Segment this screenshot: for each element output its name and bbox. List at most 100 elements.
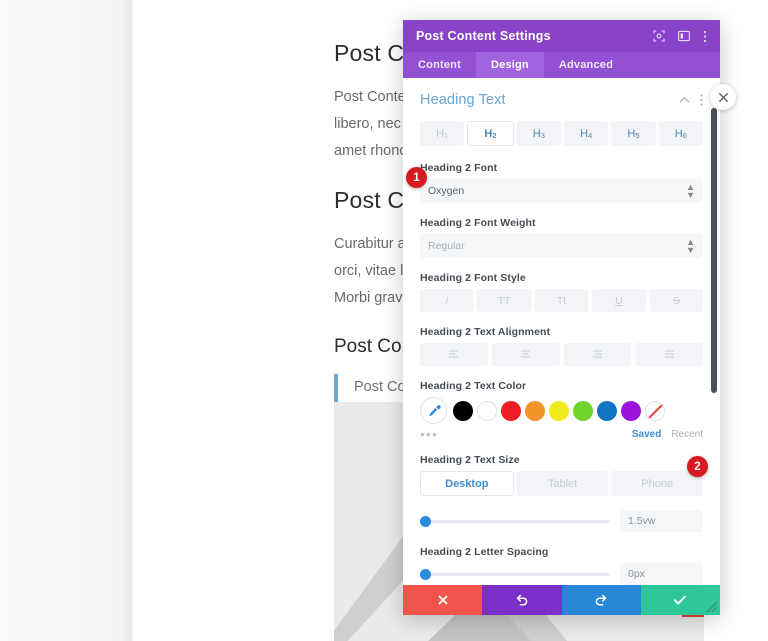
h3-sub: 3: [540, 131, 545, 140]
h1-label: H: [436, 127, 445, 140]
uppercase-button[interactable]: TT: [477, 289, 531, 312]
tab-design[interactable]: Design: [475, 52, 544, 78]
font-label: Heading 2 Font: [420, 162, 498, 174]
color-swatch-row: [420, 397, 703, 424]
check-icon: [674, 595, 687, 605]
undo-button[interactable]: [482, 585, 562, 615]
text-size-slider-track: [420, 519, 610, 523]
expand-icon[interactable]: [653, 30, 665, 42]
font-select[interactable]: Oxygen ▲ ▼: [420, 179, 703, 203]
modal-title: Post Content Settings: [416, 29, 551, 43]
swatch-transparent[interactable]: [645, 400, 665, 421]
h3-label: H: [532, 127, 541, 140]
font-field-group: Heading 2 Font Oxygen ▲ ▼: [420, 162, 703, 203]
font-weight-label: Heading 2 Font Weight: [420, 217, 536, 229]
text-size-input[interactable]: 1.5vw: [620, 510, 703, 532]
letter-spacing-slider-knob[interactable]: [420, 568, 431, 580]
swatch-orange[interactable]: [525, 400, 545, 421]
h2-sub: 2: [492, 131, 497, 140]
modal-tabs: Content Design Advanced: [403, 52, 736, 110]
text-alignment-label: Heading 2 Text Alignment: [420, 326, 551, 338]
heading-level-h5[interactable]: H5: [611, 121, 656, 146]
more-colors-button[interactable]: •••: [420, 428, 632, 441]
uppercase-glyph: TT: [497, 294, 511, 307]
device-tabs: Desktop Tablet Phone: [420, 471, 704, 496]
redo-icon: [595, 594, 607, 606]
panel-scrollbar[interactable]: [711, 108, 717, 393]
h2-label: H: [484, 127, 493, 140]
swatch-black[interactable]: [453, 400, 473, 421]
more-options-icon[interactable]: [703, 30, 707, 43]
eyedropper-icon[interactable]: [420, 397, 447, 424]
h1-sub: 1: [444, 131, 449, 140]
align-right-button[interactable]: [563, 343, 632, 366]
h5-sub: 5: [635, 131, 640, 140]
heading-level-h4[interactable]: H4: [563, 121, 609, 146]
chevron-up-icon[interactable]: [679, 96, 690, 104]
recent-colors-tab[interactable]: Recent: [671, 429, 703, 440]
section-more-options-icon[interactable]: [700, 94, 703, 106]
heading-level-h1[interactable]: H1: [420, 121, 465, 146]
h4-sub: 4: [588, 131, 593, 140]
device-tab-tablet[interactable]: Tablet: [516, 471, 609, 496]
post-content-settings-modal: Post Content Settings Content Design Adv…: [403, 20, 736, 615]
saved-colors-tab[interactable]: Saved: [632, 429, 661, 440]
strikethrough-button[interactable]: S: [649, 289, 704, 312]
heading-level-h6[interactable]: H6: [658, 121, 703, 146]
letter-spacing-label: Heading 2 Letter Spacing: [420, 546, 549, 558]
tab-advanced[interactable]: Advanced: [544, 52, 628, 78]
swatch-red[interactable]: [501, 400, 521, 421]
redo-button[interactable]: [561, 585, 641, 615]
swatch-blue[interactable]: [597, 400, 617, 421]
align-justify-button[interactable]: [635, 343, 703, 366]
layout-toggle-icon[interactable]: [678, 30, 690, 42]
font-style-field-group: Heading 2 Font Style I TT Tt U S: [420, 272, 704, 312]
heading-level-h2[interactable]: H2: [467, 121, 514, 146]
swatch-green[interactable]: [573, 400, 593, 421]
h6-label: H: [674, 127, 683, 140]
text-size-slider-row: 1.5vw: [420, 510, 703, 532]
text-color-field-group: Heading 2 Text Color ••• Saved Recent: [420, 380, 703, 441]
modal-header: Post Content Settings: [403, 20, 720, 52]
text-size-slider[interactable]: [420, 513, 610, 529]
left-rail: [0, 0, 132, 641]
resize-grip-icon[interactable]: [701, 596, 718, 613]
italic-glyph: I: [445, 294, 449, 307]
device-tab-phone[interactable]: Phone: [611, 471, 704, 496]
swatch-white[interactable]: [477, 400, 497, 421]
heading-level-tabs: H1 H2 H3 H4 H5 H6: [420, 121, 703, 146]
text-size-slider-knob[interactable]: [420, 515, 431, 527]
underline-glyph: U: [615, 294, 623, 307]
letter-spacing-input[interactable]: 0px: [620, 563, 703, 585]
letter-spacing-field-group: Heading 2 Letter Spacing 0px: [420, 546, 703, 585]
h5-label: H: [627, 127, 636, 140]
heading-level-h3[interactable]: H3: [516, 121, 561, 146]
font-weight-select[interactable]: Regular ▲ ▼: [420, 234, 703, 258]
italic-button[interactable]: I: [420, 289, 474, 312]
close-icon: [437, 595, 448, 605]
align-center-button[interactable]: [491, 343, 560, 366]
tab-content[interactable]: Content: [403, 52, 476, 78]
annotation-badge-1: 1: [406, 167, 427, 188]
align-left-button[interactable]: [420, 343, 488, 366]
font-weight-field-group: Heading 2 Font Weight Regular ▲ ▼: [420, 217, 703, 258]
device-tab-desktop[interactable]: Desktop: [420, 471, 514, 496]
swatch-yellow[interactable]: [549, 400, 569, 421]
text-size-field-group: Heading 2 Text Size Desktop Tablet Phone…: [420, 454, 704, 532]
screenshot-root: Post Content Heading 1 Post Content Para…: [0, 0, 768, 641]
font-weight-select-value: Regular: [428, 240, 465, 252]
heading-text-section-header: Heading Text: [420, 92, 703, 108]
underline-button[interactable]: U: [592, 289, 646, 312]
undo-icon: [516, 594, 528, 606]
capitalize-button[interactable]: Tt: [534, 289, 589, 312]
text-size-label: Heading 2 Text Size: [420, 454, 520, 466]
modal-header-icons: [653, 30, 707, 43]
font-style-buttons: I TT Tt U S: [420, 289, 704, 312]
modal-body: Heading Text H1 H 2 H 3 H 4 H 5 H 6 Head…: [403, 78, 720, 585]
text-alignment-buttons: [420, 343, 703, 366]
annotation-badge-2: 2: [687, 456, 708, 477]
swatch-purple[interactable]: [621, 400, 641, 421]
cancel-button[interactable]: [403, 585, 483, 615]
letter-spacing-slider[interactable]: [420, 566, 610, 582]
close-modal-button[interactable]: [710, 84, 736, 110]
